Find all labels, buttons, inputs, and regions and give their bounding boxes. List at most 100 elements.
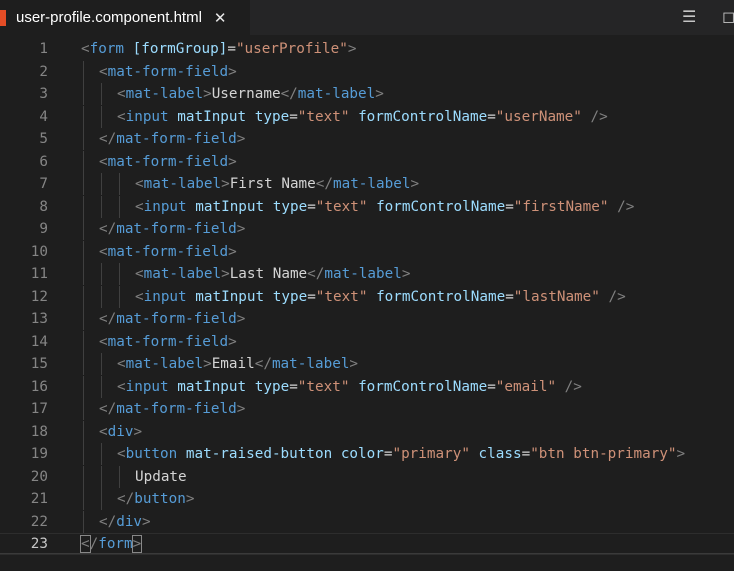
indent-guide xyxy=(83,263,84,285)
indent-guide xyxy=(101,83,102,105)
code-line[interactable]: 23 </form> xyxy=(0,533,734,555)
code-line[interactable]: 5 </mat-form-field> xyxy=(0,128,734,150)
indent-guide xyxy=(83,465,84,488)
line-number: 17 xyxy=(30,401,48,417)
code-line[interactable]: 15 <mat-label>Email</mat-label> xyxy=(0,353,734,375)
tab-bar: user-profile.component.html ✕ ☰ ◻ xyxy=(0,0,734,35)
code-text[interactable]: <mat-label>Username</mat-label> xyxy=(117,83,384,105)
code-text[interactable]: </mat-form-field> xyxy=(99,218,245,240)
indent-guide xyxy=(83,510,84,533)
code-line[interactable]: 6 <mat-form-field> xyxy=(0,150,734,173)
code-text[interactable]: <mat-label>Email</mat-label> xyxy=(117,353,358,375)
indent-guide xyxy=(119,173,120,195)
indent-guide xyxy=(83,195,84,218)
indent-guide xyxy=(83,398,84,420)
line-number: 9 xyxy=(39,221,48,237)
code-text[interactable]: <input matInput type="text" formControlN… xyxy=(135,196,634,218)
indent-guide xyxy=(83,83,84,105)
indent-guide xyxy=(119,263,120,285)
code-text[interactable]: <div> xyxy=(99,421,142,443)
code-text[interactable]: <mat-label>Last Name</mat-label> xyxy=(135,263,410,285)
code-line[interactable]: 14 <mat-form-field> xyxy=(0,330,734,353)
code-text[interactable]: <input matInput type="text" formControlN… xyxy=(117,106,608,128)
code-text[interactable]: <mat-form-field> xyxy=(99,151,237,173)
line-number: 20 xyxy=(30,468,48,485)
code-text[interactable]: </div> xyxy=(99,511,151,533)
line-number: 15 xyxy=(30,356,48,372)
line-number: 4 xyxy=(39,108,48,125)
code-line[interactable]: 16 <input matInput type="text" formContro… xyxy=(0,375,734,398)
code-line[interactable]: 1 <form [formGroup]="userProfile"> xyxy=(0,38,734,60)
code-line[interactable]: 4 <input matInput type="text" formControl… xyxy=(0,105,734,128)
code-line[interactable]: 20 Update xyxy=(0,465,734,488)
code-editor[interactable]: 1 <form [formGroup]="userProfile"> 2 <mat-f… xyxy=(0,38,734,571)
code-text[interactable]: </mat-form-field> xyxy=(99,398,245,420)
indent-guide xyxy=(83,60,84,83)
code-line[interactable]: 3 <mat-label>Username</mat-label> xyxy=(0,83,734,105)
editor-tab[interactable]: user-profile.component.html ✕ xyxy=(0,0,250,35)
line-number: 13 xyxy=(30,311,48,327)
code-line[interactable]: 12 <input matInput type="text" formContro… xyxy=(0,285,734,308)
line-number: 18 xyxy=(30,423,48,440)
indent-guide xyxy=(101,443,102,465)
html5-file-icon xyxy=(0,9,6,26)
code-line[interactable]: 9 </mat-form-field> xyxy=(0,218,734,240)
line-number: 3 xyxy=(39,86,48,102)
line-number: 8 xyxy=(39,198,48,215)
code-line[interactable]: 13 </mat-form-field> xyxy=(0,308,734,330)
code-line[interactable]: 8 <input matInput type="text" formControl… xyxy=(0,195,734,218)
code-text[interactable]: <mat-form-field> xyxy=(99,61,237,83)
split-editor-icon[interactable]: ☰ xyxy=(682,9,698,25)
code-text[interactable]: </form> xyxy=(80,534,143,554)
indent-guide xyxy=(83,150,84,173)
code-text[interactable]: <mat-form-field> xyxy=(99,331,237,353)
line-number: 14 xyxy=(30,333,48,350)
line-number: 19 xyxy=(30,446,48,462)
line-number: 2 xyxy=(39,63,48,80)
indent-guide xyxy=(119,195,120,218)
code-line[interactable]: 19 <button mat-raised-button color="prima… xyxy=(0,443,734,465)
close-icon[interactable]: ✕ xyxy=(214,9,227,27)
code-line[interactable]: 22 </div> xyxy=(0,510,734,533)
code-text[interactable]: <form [formGroup]="userProfile"> xyxy=(81,38,356,60)
code-text[interactable]: </button> xyxy=(117,488,194,510)
code-text[interactable]: </mat-form-field> xyxy=(99,128,245,150)
indent-guide xyxy=(101,375,102,398)
line-number: 1 xyxy=(39,41,48,57)
code-line[interactable]: 21 </button> xyxy=(0,488,734,510)
code-line[interactable]: 18 <div> xyxy=(0,420,734,443)
code-text[interactable]: <mat-label>First Name</mat-label> xyxy=(135,173,419,195)
indent-guide xyxy=(101,263,102,285)
line-number: 23 xyxy=(30,536,48,552)
line-number: 6 xyxy=(39,153,48,170)
code-line[interactable]: 7 <mat-label>First Name</mat-label> xyxy=(0,173,734,195)
code-line[interactable]: 2 <mat-form-field> xyxy=(0,60,734,83)
indent-guide xyxy=(83,375,84,398)
code-text[interactable]: <button mat-raised-button color="primary… xyxy=(117,443,685,465)
indent-guide xyxy=(83,488,84,510)
code-line[interactable]: 17 </mat-form-field> xyxy=(0,398,734,420)
indent-guide xyxy=(83,218,84,240)
line-number: 12 xyxy=(30,288,48,305)
indent-guide xyxy=(119,465,120,488)
code-text[interactable]: </mat-form-field> xyxy=(99,308,245,330)
indent-guide xyxy=(83,353,84,375)
code-line[interactable]: 11 <mat-label>Last Name</mat-label> xyxy=(0,263,734,285)
code-text[interactable]: <input matInput type="text" formControlN… xyxy=(117,376,582,398)
code-text[interactable]: Update xyxy=(135,466,187,488)
indent-guide xyxy=(83,330,84,353)
indent-guide xyxy=(83,285,84,308)
indent-guide xyxy=(101,488,102,510)
indent-guide xyxy=(83,173,84,195)
indent-guide xyxy=(83,240,84,263)
line-number: 5 xyxy=(39,131,48,147)
horizontal-scrollbar[interactable] xyxy=(0,553,734,554)
tab-title: user-profile.component.html xyxy=(16,9,202,26)
code-line[interactable]: 10 <mat-form-field> xyxy=(0,240,734,263)
code-text[interactable]: <input matInput type="text" formControlN… xyxy=(135,286,626,308)
indent-guide xyxy=(101,105,102,128)
indent-guide xyxy=(101,173,102,195)
code-text[interactable]: <mat-form-field> xyxy=(99,241,237,263)
line-number: 10 xyxy=(30,243,48,260)
more-actions-icon[interactable]: ◻ xyxy=(722,9,734,25)
